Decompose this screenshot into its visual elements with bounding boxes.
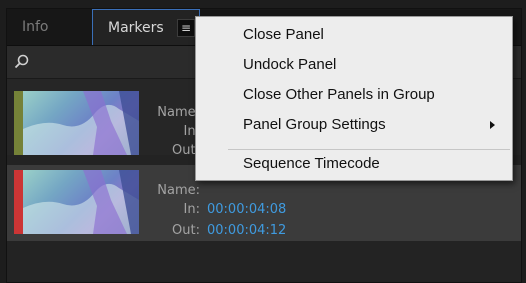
- menu-item-label: Panel Group Settings: [243, 116, 386, 133]
- menu-item-label: Close Panel: [243, 26, 324, 43]
- tab-markers-label: Markers: [108, 20, 164, 36]
- menu-item-undock-panel[interactable]: Undock Panel: [196, 52, 512, 78]
- tab-info[interactable]: Info: [7, 9, 91, 45]
- clip-thumbnail: [23, 91, 139, 155]
- marker-out-timecode[interactable]: 00:00:04:12: [207, 223, 286, 238]
- marker-color-label: [14, 91, 23, 155]
- marker-color-label: [14, 170, 23, 234]
- menu-item-label: Undock Panel: [243, 56, 337, 73]
- marker-in-label: In:: [183, 124, 200, 139]
- search-icon[interactable]: [13, 53, 31, 71]
- marker-out-label: Out:: [172, 223, 200, 238]
- tab-markers[interactable]: Markers ≡: [92, 9, 200, 45]
- hamburger-icon: ≡: [180, 21, 192, 35]
- submenu-arrow-icon: [490, 121, 495, 129]
- menu-item-label: Sequence Timecode: [243, 155, 380, 172]
- marker-in-label: In:: [183, 202, 200, 217]
- menu-item-panel-group-settings[interactable]: Panel Group Settings: [196, 112, 512, 138]
- marker-in-timecode[interactable]: 00:00:04:08: [207, 202, 286, 217]
- tab-info-label: Info: [22, 19, 49, 35]
- clip-thumbnail: [23, 170, 139, 234]
- menu-item-close-other-panels[interactable]: Close Other Panels in Group: [196, 82, 512, 108]
- menu-item-sequence-timecode[interactable]: Sequence Timecode: [196, 151, 512, 177]
- menu-item-label: Close Other Panels in Group: [243, 86, 435, 103]
- marker-out-label: Out:: [172, 143, 200, 158]
- panel-context-menu: Close Panel Undock Panel Close Other Pan…: [195, 16, 513, 181]
- marker-name-label: Name:: [157, 105, 200, 120]
- menu-separator: [228, 149, 510, 150]
- marker-name-label: Name:: [157, 183, 200, 198]
- menu-item-close-panel[interactable]: Close Panel: [196, 22, 512, 48]
- panel-menu-button[interactable]: ≡: [177, 19, 195, 37]
